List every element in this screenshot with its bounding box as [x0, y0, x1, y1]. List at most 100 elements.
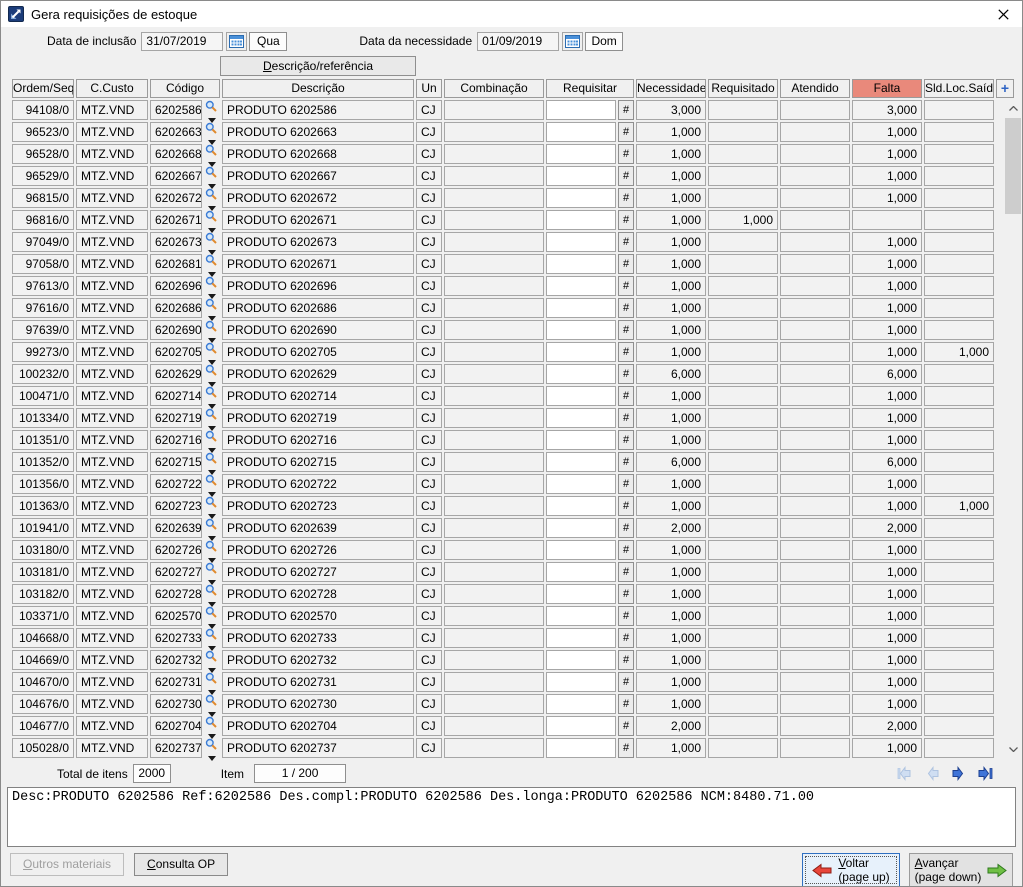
- search-icon[interactable]: [205, 232, 217, 244]
- search-icon[interactable]: [205, 716, 217, 728]
- search-icon[interactable]: [205, 738, 217, 750]
- consulta-op-button[interactable]: Consulta OP: [134, 853, 228, 876]
- search-icon[interactable]: [205, 474, 217, 486]
- search-icon[interactable]: [205, 276, 217, 288]
- quantity-hash-button[interactable]: #: [618, 650, 634, 670]
- search-icon[interactable]: [205, 364, 217, 376]
- requisitar-input[interactable]: [546, 452, 616, 472]
- requisitar-input[interactable]: [546, 408, 616, 428]
- quantity-hash-button[interactable]: #: [618, 100, 634, 120]
- requisitar-input[interactable]: [546, 628, 616, 648]
- quantity-hash-button[interactable]: #: [618, 672, 634, 692]
- requisitar-input[interactable]: [546, 100, 616, 120]
- search-icon[interactable]: [205, 650, 217, 662]
- search-icon[interactable]: [205, 452, 217, 464]
- scroll-down-button[interactable]: [1004, 741, 1022, 758]
- quantity-hash-button[interactable]: #: [618, 474, 634, 494]
- requisitar-input[interactable]: [546, 364, 616, 384]
- requisitar-input[interactable]: [546, 518, 616, 538]
- quantity-hash-button[interactable]: #: [618, 430, 634, 450]
- requisitar-input[interactable]: [546, 210, 616, 230]
- quantity-hash-button[interactable]: #: [618, 540, 634, 560]
- search-icon[interactable]: [205, 320, 217, 332]
- requisitar-input[interactable]: [546, 188, 616, 208]
- requisitar-input[interactable]: [546, 166, 616, 186]
- search-icon[interactable]: [205, 386, 217, 398]
- quantity-hash-button[interactable]: #: [618, 584, 634, 604]
- search-icon[interactable]: [205, 342, 217, 354]
- requisitar-input[interactable]: [546, 474, 616, 494]
- requisitar-input[interactable]: [546, 694, 616, 714]
- quantity-hash-button[interactable]: #: [618, 276, 634, 296]
- search-icon[interactable]: [205, 144, 217, 156]
- requisitar-input[interactable]: [546, 496, 616, 516]
- quantity-hash-button[interactable]: #: [618, 386, 634, 406]
- requisitar-input[interactable]: [546, 232, 616, 252]
- requisitar-input[interactable]: [546, 254, 616, 274]
- requisitar-input[interactable]: [546, 298, 616, 318]
- requisitar-input[interactable]: [546, 716, 616, 736]
- quantity-hash-button[interactable]: #: [618, 254, 634, 274]
- search-icon[interactable]: [205, 540, 217, 552]
- requisitar-input[interactable]: [546, 672, 616, 692]
- requisitar-input[interactable]: [546, 386, 616, 406]
- search-icon[interactable]: [205, 122, 217, 134]
- requisitar-input[interactable]: [546, 650, 616, 670]
- vertical-scrollbar[interactable]: [1004, 100, 1022, 758]
- requisitar-input[interactable]: [546, 144, 616, 164]
- search-icon[interactable]: [205, 518, 217, 530]
- search-icon[interactable]: [205, 210, 217, 222]
- avancar-page-down-button[interactable]: Avançar (page down): [909, 853, 1013, 887]
- quantity-hash-button[interactable]: #: [618, 606, 634, 626]
- requisitar-input[interactable]: [546, 738, 616, 758]
- search-icon[interactable]: [205, 562, 217, 574]
- quantity-hash-button[interactable]: #: [618, 452, 634, 472]
- quantity-hash-button[interactable]: #: [618, 496, 634, 516]
- quantity-hash-button[interactable]: #: [618, 342, 634, 362]
- search-icon[interactable]: [205, 606, 217, 618]
- search-icon[interactable]: [205, 694, 217, 706]
- quantity-hash-button[interactable]: #: [618, 408, 634, 428]
- requisitar-input[interactable]: [546, 342, 616, 362]
- description-reference-button[interactable]: Descrição/referência: [220, 56, 416, 76]
- quantity-hash-button[interactable]: #: [618, 232, 634, 252]
- need-date-input[interactable]: 01/09/2019: [477, 32, 559, 51]
- search-icon[interactable]: [205, 584, 217, 596]
- scroll-up-button[interactable]: [1004, 100, 1022, 117]
- last-page-icon[interactable]: [978, 766, 994, 781]
- search-icon[interactable]: [205, 188, 217, 200]
- quantity-hash-button[interactable]: #: [618, 210, 634, 230]
- quantity-hash-button[interactable]: #: [618, 364, 634, 384]
- requisitar-input[interactable]: [546, 606, 616, 626]
- quantity-hash-button[interactable]: #: [618, 122, 634, 142]
- next-page-icon[interactable]: [951, 766, 967, 781]
- quantity-hash-button[interactable]: #: [618, 298, 634, 318]
- search-icon[interactable]: [205, 628, 217, 640]
- search-icon[interactable]: [205, 408, 217, 420]
- search-icon[interactable]: [205, 298, 217, 310]
- search-icon[interactable]: [205, 672, 217, 684]
- close-button[interactable]: [984, 1, 1022, 27]
- quantity-hash-button[interactable]: #: [618, 628, 634, 648]
- requisitar-input[interactable]: [546, 430, 616, 450]
- quantity-hash-button[interactable]: #: [618, 166, 634, 186]
- scrollbar-thumb[interactable]: [1005, 118, 1021, 214]
- voltar-page-up-button[interactable]: Voltar (page up): [802, 853, 900, 887]
- search-icon[interactable]: [205, 166, 217, 178]
- search-icon[interactable]: [205, 254, 217, 266]
- requisitar-input[interactable]: [546, 540, 616, 560]
- quantity-hash-button[interactable]: #: [618, 144, 634, 164]
- quantity-hash-button[interactable]: #: [618, 738, 634, 758]
- dropdown-arrow-icon[interactable]: [208, 756, 216, 761]
- search-icon[interactable]: [205, 430, 217, 442]
- search-icon[interactable]: [205, 496, 217, 508]
- quantity-hash-button[interactable]: #: [618, 188, 634, 208]
- inclusion-date-input[interactable]: 31/07/2019: [141, 32, 223, 51]
- requisitar-input[interactable]: [546, 562, 616, 582]
- requisitar-input[interactable]: [546, 122, 616, 142]
- need-calendar-button[interactable]: [562, 32, 583, 51]
- inclusion-calendar-button[interactable]: [226, 32, 247, 51]
- quantity-hash-button[interactable]: #: [618, 320, 634, 340]
- requisitar-input[interactable]: [546, 320, 616, 340]
- requisitar-input[interactable]: [546, 584, 616, 604]
